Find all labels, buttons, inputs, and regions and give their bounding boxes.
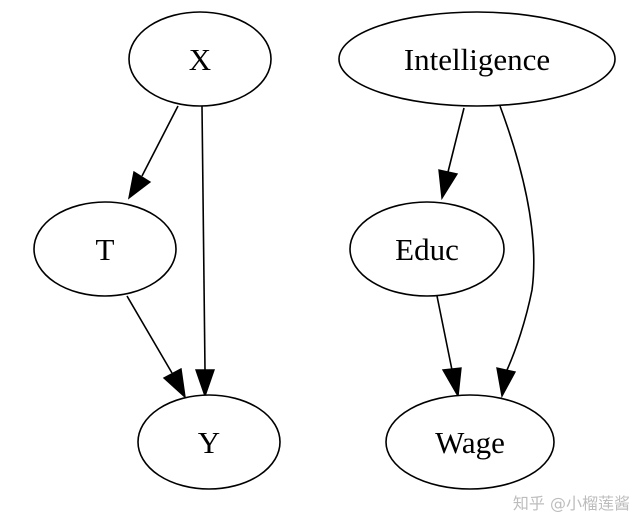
edge-x-to-y: [201, 105, 206, 371]
edge-educ-to-wage: [436, 295, 453, 371]
node-educ: Educ: [349, 201, 505, 297]
edge-x-to-y-arrowhead: [195, 369, 215, 399]
edge-educ-to-wage-arrowhead: [441, 367, 462, 399]
edge-intelligence-to-educ: [447, 107, 465, 173]
edge-t-to-y-arrowhead: [162, 367, 186, 399]
node-intelligence: Intelligence: [338, 11, 616, 107]
causal-diagram: X T Y Intelligence Educ Wage 知乎 @小榴莲酱: [0, 0, 644, 524]
watermark-text: 知乎 @小榴莲酱: [512, 494, 630, 513]
node-t-label: T: [96, 232, 115, 267]
node-y-label: Y: [198, 425, 220, 460]
edge-x-to-t-arrowhead: [127, 170, 152, 200]
node-t: T: [33, 201, 177, 297]
node-y: Y: [137, 394, 281, 490]
edge-x-to-t: [141, 105, 179, 177]
edge-intelligence-to-wage: [499, 105, 535, 371]
node-wage: Wage: [385, 394, 555, 490]
node-educ-label: Educ: [395, 232, 459, 267]
edge-intelligence-to-educ-arrowhead: [438, 169, 459, 201]
edge-t-to-y: [126, 295, 173, 374]
edge-intelligence-to-wage-arrowhead: [496, 367, 517, 399]
node-x: X: [128, 11, 272, 107]
diagram-canvas: X T Y Intelligence Educ Wage: [33, 11, 616, 490]
node-wage-label: Wage: [435, 425, 505, 460]
node-x-label: X: [189, 42, 211, 77]
node-intelligence-label: Intelligence: [404, 42, 550, 77]
